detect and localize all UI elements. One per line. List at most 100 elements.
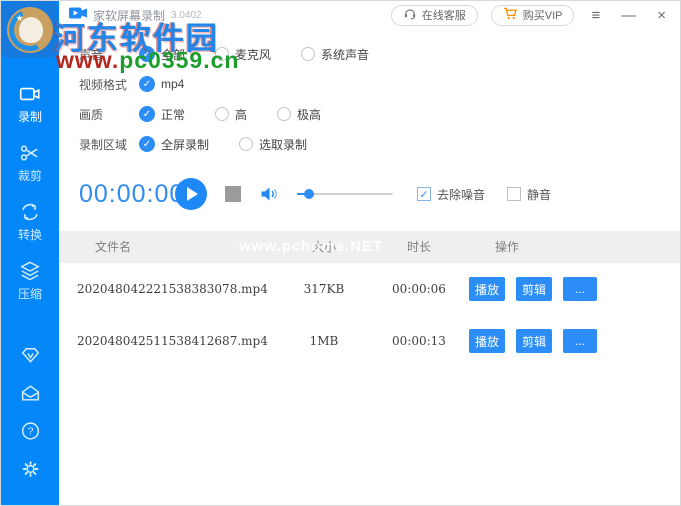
speaker-icon[interactable] xyxy=(259,185,279,203)
col-duration: 时长 xyxy=(379,231,459,263)
play-icon xyxy=(187,187,198,201)
cell-size: 317KB xyxy=(269,282,379,296)
sidebar-item-trim[interactable]: 裁剪 xyxy=(1,142,59,184)
sidebar-item-label: 压缩 xyxy=(18,285,42,302)
table-header: 文件名 大小 时长 操作 www.pchome.NET xyxy=(59,231,680,263)
format-options-row: 视频格式 ✓ mp4 xyxy=(59,69,680,99)
cell-filename: 202048042511538412687.mp4 xyxy=(59,334,269,348)
radio-quality-high[interactable]: 高 xyxy=(215,106,247,123)
sidebar-bottom-icons: ? xyxy=(1,344,59,485)
recordings-table: 文件名 大小 时长 操作 www.pchome.NET 202048042221… xyxy=(59,231,680,367)
minimize-button[interactable]: — xyxy=(617,8,640,23)
titlebar: 家软屏幕录制 3.0402 在线客服 xyxy=(59,1,680,29)
radio-format-mp4[interactable]: ✓ mp4 xyxy=(139,76,184,92)
radio-area-select[interactable]: 选取录制 xyxy=(239,136,307,153)
sidebar-item-label: 裁剪 xyxy=(18,167,42,184)
mute-checkbox[interactable]: 静音 xyxy=(507,186,551,203)
volume-thumb[interactable] xyxy=(304,189,314,199)
radio-label: 正常 xyxy=(161,106,185,123)
video-camera-icon xyxy=(18,83,42,105)
checkbox-unchecked-icon xyxy=(507,187,521,201)
play-file-button[interactable]: 播放 xyxy=(469,277,505,301)
radio-checked-icon: ✓ xyxy=(139,76,155,92)
area-label: 录制区域 xyxy=(79,136,139,153)
table-row: 202048042511538412687.mp4 1MB 00:00:13 播… xyxy=(59,315,680,367)
radio-quality-ultra[interactable]: 极高 xyxy=(277,106,321,123)
vip-diamond-icon[interactable] xyxy=(19,344,42,371)
stop-record-button[interactable] xyxy=(225,186,241,202)
radio-sound-microphone[interactable]: 麦克风 xyxy=(215,46,271,63)
sidebar-item-convert[interactable]: 转换 xyxy=(1,201,59,243)
radio-label: 全屏录制 xyxy=(161,136,209,153)
buy-vip-label: 购买VIP xyxy=(523,7,563,23)
recording-controls: 00:00:00 ✓ 去除噪音 静音 xyxy=(59,173,680,215)
table-row: 202048042221538383078.mp4 317KB 00:00:06… xyxy=(59,263,680,315)
col-actions: 操作 xyxy=(459,231,680,263)
checkbox-checked-icon: ✓ xyxy=(417,187,431,201)
online-support-button[interactable]: 在线客服 xyxy=(391,5,478,26)
mute-label: 静音 xyxy=(527,186,551,203)
cell-duration: 00:00:06 xyxy=(379,282,459,296)
radio-unchecked-icon xyxy=(215,107,229,121)
format-label: 视频格式 xyxy=(79,76,139,93)
radio-label: 选取录制 xyxy=(259,136,307,153)
titlebar-left: 家软屏幕录制 3.0402 xyxy=(69,6,202,25)
radio-sound-system[interactable]: 系统声音 xyxy=(301,46,369,63)
radio-unchecked-icon xyxy=(277,107,291,121)
headset-icon xyxy=(403,7,417,23)
start-record-button[interactable] xyxy=(175,178,207,210)
denoise-checkbox[interactable]: ✓ 去除噪音 xyxy=(417,186,485,203)
settings-gear-icon[interactable] xyxy=(19,458,42,485)
svg-text:?: ? xyxy=(27,427,33,438)
edit-file-button[interactable]: 剪辑 xyxy=(516,329,552,353)
radio-quality-normal[interactable]: ✓ 正常 xyxy=(139,106,185,123)
sound-options-row: 声音 ✓ 全部 麦克风 系统声音 xyxy=(59,39,680,69)
volume-slider[interactable] xyxy=(297,188,393,200)
radio-area-fullscreen[interactable]: ✓ 全屏录制 xyxy=(139,136,209,153)
close-button[interactable]: × xyxy=(653,8,670,23)
sidebar: 录制 裁剪 转换 xyxy=(1,1,59,506)
sidebar-nav: 录制 裁剪 转换 xyxy=(1,83,59,319)
cell-duration: 00:00:13 xyxy=(379,334,459,348)
cell-actions: 播放 剪辑 ... xyxy=(459,329,680,353)
feedback-mail-icon[interactable] xyxy=(19,382,42,409)
buy-vip-button[interactable]: 购买VIP xyxy=(491,5,575,26)
sidebar-item-label: 录制 xyxy=(18,108,42,125)
radio-checked-icon: ✓ xyxy=(139,46,155,62)
convert-cycle-icon xyxy=(18,201,42,223)
cell-filename: 202048042221538383078.mp4 xyxy=(59,282,269,296)
online-support-label: 在线客服 xyxy=(422,7,466,23)
radio-label: 麦克风 xyxy=(235,46,271,63)
denoise-label: 去除噪音 xyxy=(437,186,485,203)
sound-label: 声音 xyxy=(79,46,139,63)
cell-actions: 播放 剪辑 ... xyxy=(459,277,680,301)
radio-unchecked-icon xyxy=(301,47,315,61)
main-content: 声音 ✓ 全部 麦克风 系统声音 视频格式 ✓ mp4 画质 xyxy=(59,29,680,505)
col-size: 大小 xyxy=(269,231,379,263)
app-icon xyxy=(69,6,87,25)
radio-checked-icon: ✓ xyxy=(139,106,155,122)
cell-size: 1MB xyxy=(269,334,379,348)
menu-button[interactable]: ≡ xyxy=(587,8,604,23)
radio-label: 极高 xyxy=(297,106,321,123)
radio-checked-icon: ✓ xyxy=(139,136,155,152)
more-actions-button[interactable]: ... xyxy=(563,329,597,353)
scissors-icon xyxy=(18,142,42,164)
radio-label: 系统声音 xyxy=(321,46,369,63)
sidebar-item-record[interactable]: 录制 xyxy=(1,83,59,125)
radio-sound-all[interactable]: ✓ 全部 xyxy=(139,46,185,63)
edit-file-button[interactable]: 剪辑 xyxy=(516,277,552,301)
more-actions-button[interactable]: ... xyxy=(563,277,597,301)
window-version: 3.0402 xyxy=(171,10,202,21)
layers-icon xyxy=(18,260,42,282)
radio-label: 高 xyxy=(235,106,247,123)
sidebar-item-compress[interactable]: 压缩 xyxy=(1,260,59,302)
play-file-button[interactable]: 播放 xyxy=(469,329,505,353)
radio-label: 全部 xyxy=(161,46,185,63)
help-icon[interactable]: ? xyxy=(19,420,42,447)
radio-unchecked-icon xyxy=(239,137,253,151)
titlebar-right: 在线客服 购买VIP ≡ — × xyxy=(391,5,670,26)
app-window: 录制 裁剪 转换 xyxy=(0,0,681,506)
quality-options-row: 画质 ✓ 正常 高 极高 xyxy=(59,99,680,129)
radio-unchecked-icon xyxy=(215,47,229,61)
